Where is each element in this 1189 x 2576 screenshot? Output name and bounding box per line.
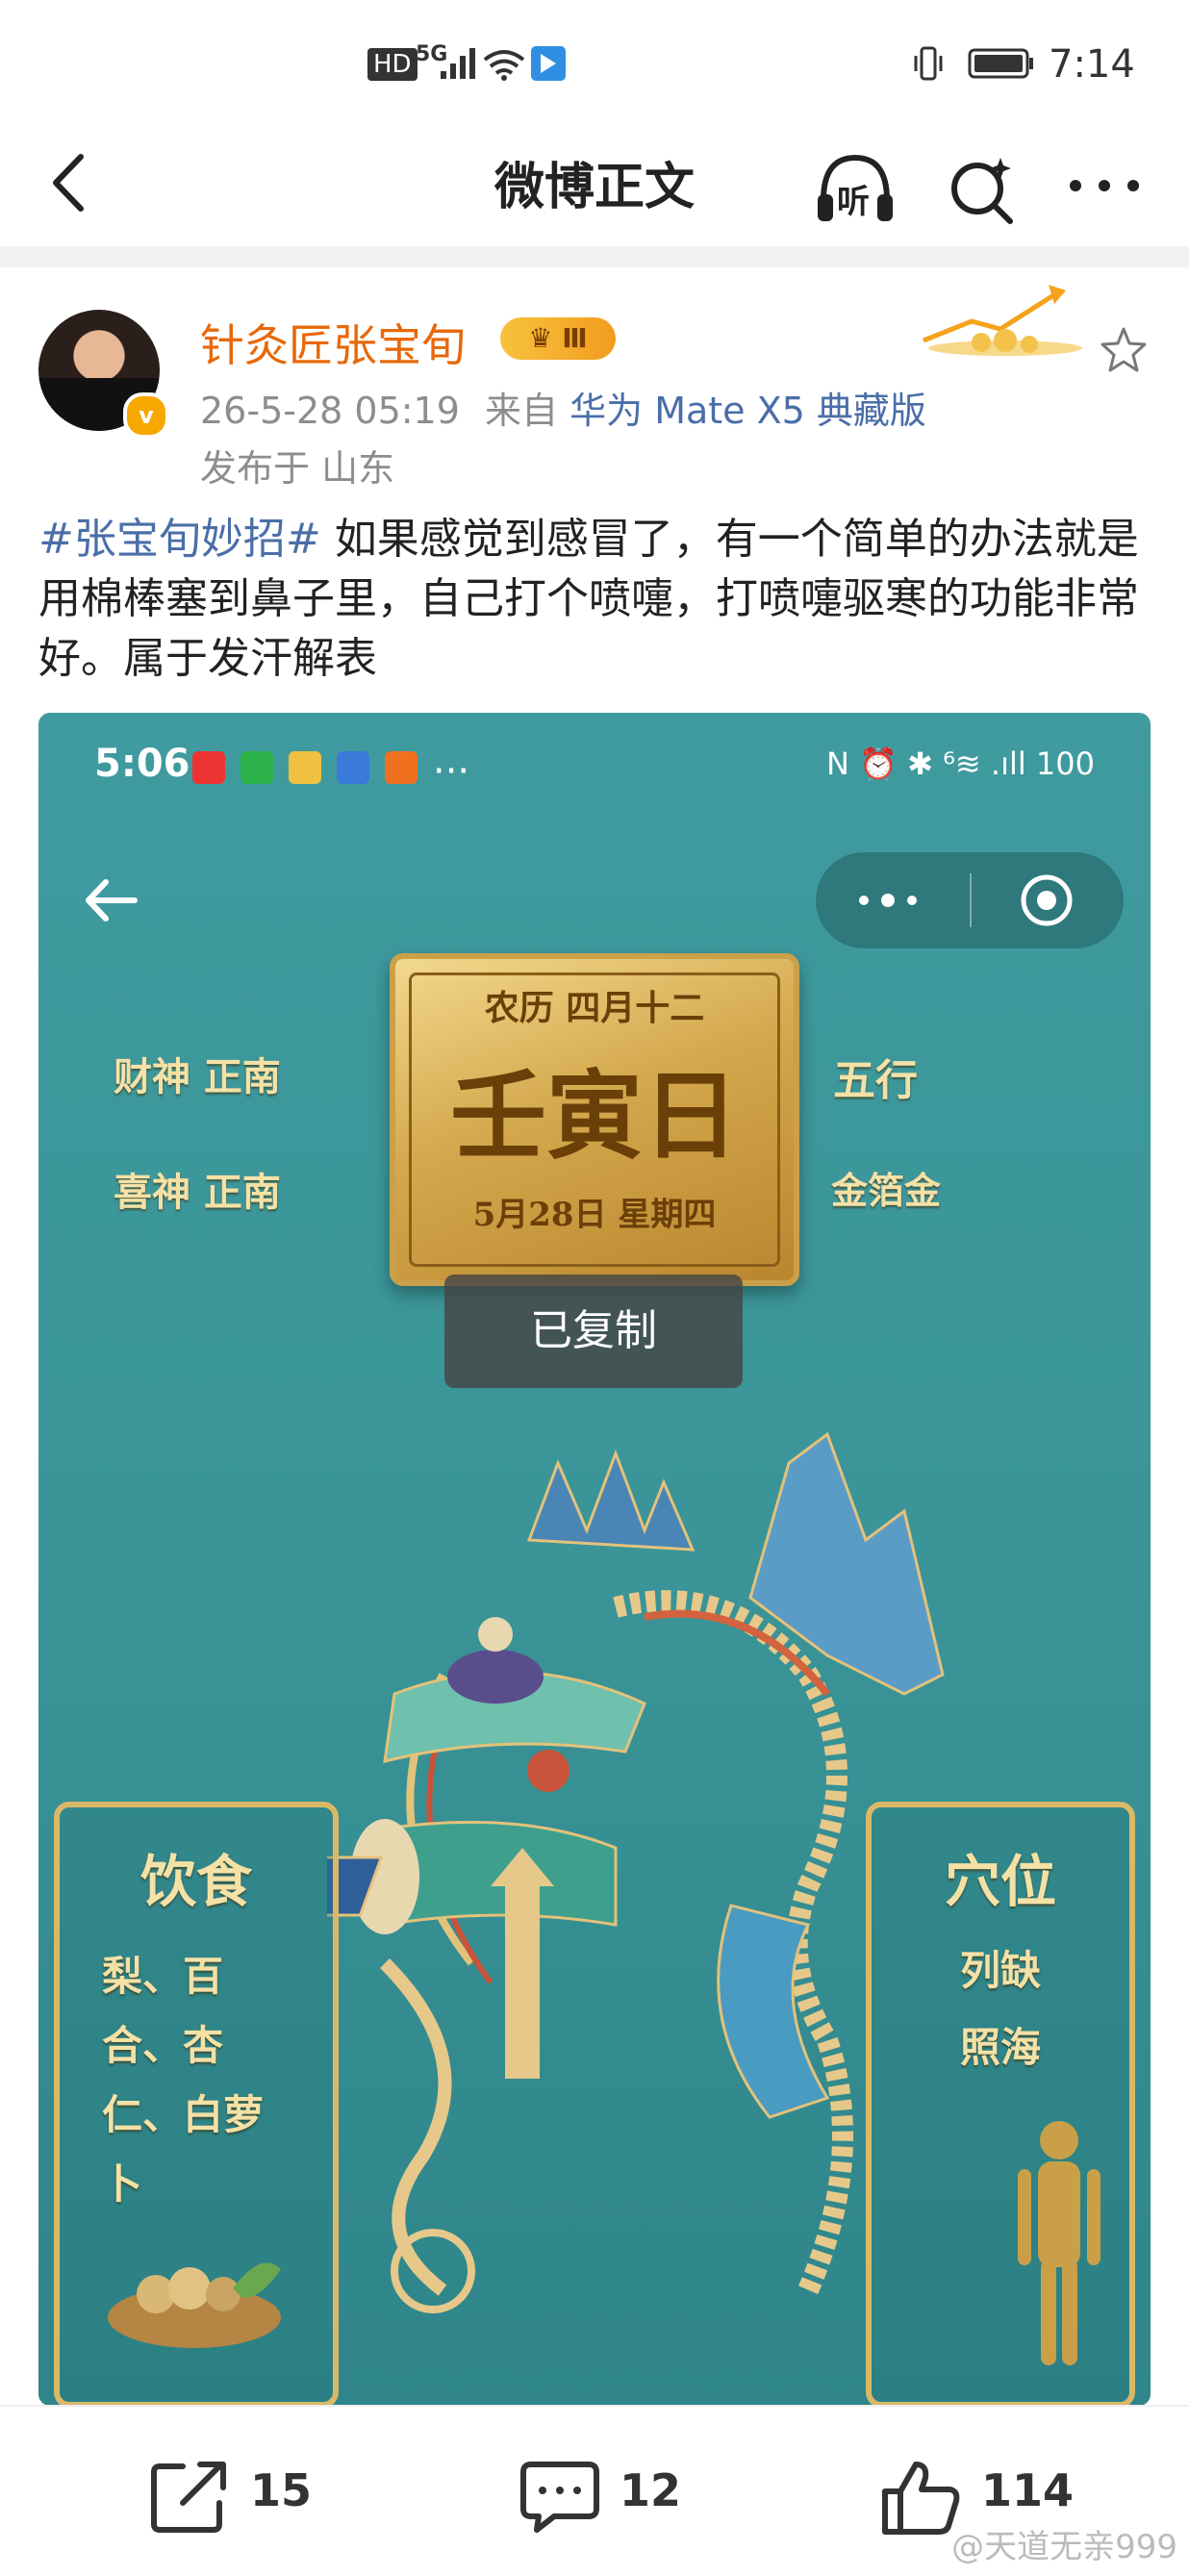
food-basket-icon: [108, 2262, 281, 2348]
post-text: #张宝旬妙招# 如果感觉到感冒了，有一个简单的办法就是用棉棒塞到鼻子里，自己打个…: [38, 510, 1154, 689]
repost-count: 15: [250, 2464, 313, 2516]
like-button[interactable]: 114: [881, 2459, 1074, 2535]
hashtag-link[interactable]: #张宝旬妙招#: [38, 515, 321, 564]
image-capsule: [816, 852, 1124, 948]
listen-label: 听: [837, 183, 870, 221]
diet-title: 饮食: [139, 1849, 252, 1914]
clock: 7:14: [1049, 42, 1135, 87]
image-back-arrow-icon: [86, 879, 138, 922]
day-name: 壬寅日: [450, 1059, 739, 1173]
acupoint-panel: 穴位 列缺 照海: [866, 1802, 1135, 2406]
comment-count: 12: [620, 2464, 682, 2516]
diet-item: 梨、百: [102, 1953, 224, 2000]
username[interactable]: 针灸匠张宝旬: [200, 311, 466, 374]
acupoint-title: 穴位: [944, 1849, 1056, 1914]
source-prefix: 来自: [485, 390, 559, 432]
post-location: 发布于 山东: [200, 447, 395, 490]
repost-icon: [151, 2462, 226, 2533]
acupoint-item: 列缺: [959, 1947, 1041, 1994]
diet-items: 梨、百 合、杏 仁、白萝 卜: [102, 1942, 314, 2219]
top-bar: 微博正文 听: [0, 125, 1189, 250]
date-plaque: 农历 四月十二 壬寅日 5月28日 星期四: [390, 953, 799, 1286]
diet-item: 仁、白萝: [102, 2091, 265, 2138]
image-status-icons: N ⏰ ✱ ⁶≋ .ıll 100: [825, 745, 1095, 782]
acupoint-items: 列缺 照海: [872, 1932, 1129, 2086]
post-meta: 26-5-28 05:19 来自 华为 Mate X5 典藏版: [200, 381, 926, 434]
five-elements-value: 金箔金: [831, 1169, 942, 1212]
action-bar: 15 12 114 @天道无亲999: [0, 2405, 1189, 2576]
image-close-target-icon: [1021, 874, 1073, 926]
diet-panel: 饮食 梨、百 合、杏 仁、白萝 卜: [54, 1802, 339, 2406]
five-elements-label: 五行: [833, 1056, 918, 1105]
repost-button[interactable]: 15: [150, 2459, 312, 2533]
signal-icon: [441, 48, 475, 79]
verified-badge-icon: v: [123, 392, 169, 439]
rank-badge[interactable]: ♛ Ⅲ: [500, 317, 616, 360]
image-status-time: 5:06: [94, 742, 190, 786]
post-datetime: 26-5-28 05:19: [200, 390, 460, 432]
acupoint-item: 照海: [959, 2024, 1041, 2071]
comment-icon: [520, 2462, 599, 2533]
ai-search-icon[interactable]: [945, 152, 1018, 225]
status-bar: HD 5G 7:14: [0, 0, 1189, 125]
diet-item: 合、杏: [102, 2022, 224, 2069]
vibrate-icon: [914, 46, 943, 81]
acupuncture-figure-icon: [1018, 2121, 1100, 2365]
diet-item: 卜: [102, 2160, 143, 2208]
wifi-icon: [483, 50, 525, 81]
lunar-date: 农历 四月十二: [484, 988, 705, 1028]
trend-decoration-icon: [923, 285, 1082, 356]
image-status-bar: 5:06 ··· N ⏰ ✱ ⁶≋ .ıll 100: [38, 742, 1151, 799]
thumbs-up-icon: [882, 2462, 960, 2535]
rank-badge-label: Ⅲ: [562, 322, 588, 354]
copied-toast: 已复制: [444, 1275, 743, 1388]
post-image[interactable]: 5:06 ··· N ⏰ ✱ ⁶≋ .ıll 100 财神 正南 喜神 正南 五…: [38, 713, 1151, 2406]
image-more-icon: [859, 894, 917, 907]
image-app-icons: ···: [192, 749, 469, 794]
divider: [0, 246, 1189, 267]
comment-button[interactable]: 12: [519, 2459, 681, 2533]
hd-badge: HD: [367, 48, 417, 81]
battery-icon: [968, 48, 1033, 79]
more-icon[interactable]: [1066, 171, 1143, 200]
solar-date: 5月28日 星期四: [472, 1196, 717, 1234]
listen-button[interactable]: 听: [814, 150, 897, 227]
joy-god-direction: 喜神 正南: [114, 1170, 281, 1215]
source-device[interactable]: 华为 Mate X5 典藏版: [569, 390, 926, 432]
app-notification-icon: [531, 46, 566, 81]
wealth-god-direction: 财神 正南: [114, 1054, 281, 1099]
like-count: 114: [981, 2464, 1075, 2516]
favorite-star-icon[interactable]: [1099, 325, 1149, 375]
watermark: @天道无亲999: [951, 2528, 1177, 2566]
